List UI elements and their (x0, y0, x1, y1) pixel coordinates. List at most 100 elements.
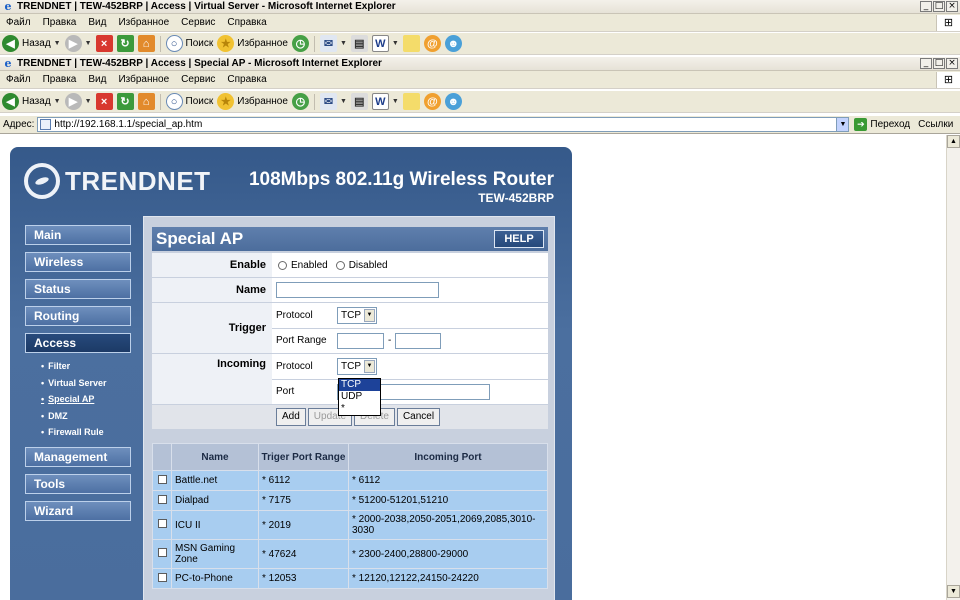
scroll-up-icon[interactable]: ▲ (947, 135, 960, 148)
help-button[interactable]: HELP (494, 230, 544, 248)
edit-button[interactable]: W ▼ (370, 92, 401, 112)
row-trigger: * 12053 (258, 568, 349, 589)
minimize-button[interactable]: _ (920, 58, 932, 69)
trigger-protocol-select[interactable]: TCP ▼ (337, 306, 377, 324)
history-button[interactable]: ◷ (290, 92, 311, 112)
mail-button[interactable]: ✉ ▼ (318, 34, 349, 54)
close-button[interactable]: × (946, 1, 958, 12)
nav-wizard[interactable]: Wizard (25, 500, 131, 521)
table-row[interactable]: MSN Gaming Zone * 47624 * 2300-2400,2880… (152, 539, 548, 569)
disabled-radio[interactable] (335, 260, 345, 270)
subnav-special-ap[interactable]: Special AP (41, 391, 131, 408)
port-range-label: Port Range (276, 335, 327, 347)
menu-view[interactable]: Вид (82, 17, 112, 28)
edit-button[interactable]: W ▼ (370, 34, 401, 54)
print-button[interactable]: ▤ (349, 92, 370, 112)
subnav-dmz[interactable]: DMZ (41, 408, 131, 425)
nav-routing[interactable]: Routing (25, 306, 131, 326)
incoming-protocol-select[interactable]: TCP ▼ (337, 357, 377, 375)
subnav-firewall-rule[interactable]: Firewall Rule (41, 424, 131, 441)
forward-button[interactable]: ▶ ▼ (63, 34, 94, 54)
menu-file[interactable]: Файл (0, 17, 37, 28)
table-row[interactable]: Battle.net * 6112 * 6112 (152, 470, 548, 491)
mail-icon: ✉ (319, 35, 337, 52)
trigger-port-start-input[interactable] (337, 332, 384, 349)
stop-icon: × (95, 93, 113, 110)
menu-edit[interactable]: Правка (37, 17, 83, 28)
menu-edit[interactable]: Правка (37, 74, 83, 85)
menu-favorites[interactable]: Избранное (112, 17, 175, 28)
messenger-at-button[interactable]: @ (422, 34, 443, 54)
close-button[interactable]: × (946, 58, 958, 69)
window2-menubar: Файл Правка Вид Избранное Сервис Справка… (0, 71, 960, 89)
refresh-button[interactable]: ↻ (115, 92, 136, 112)
chevron-down-icon: ▼ (364, 359, 375, 373)
refresh-icon: ↻ (116, 35, 134, 52)
menu-tools[interactable]: Сервис (175, 74, 221, 85)
refresh-button[interactable]: ↻ (115, 34, 136, 54)
enable-row: Enable Enabled Disabled (152, 253, 548, 278)
nav-tools[interactable]: Tools (25, 473, 131, 494)
subnav-filter[interactable]: Filter (41, 358, 131, 375)
scroll-down-icon[interactable]: ▼ (947, 585, 960, 598)
dropdown-option-tcp[interactable]: TCP (339, 379, 380, 391)
name-input[interactable] (276, 282, 439, 298)
table-row[interactable]: Dialpad * 7175 * 51200-51201,51210 (152, 490, 548, 511)
menu-favorites[interactable]: Избранное (112, 74, 175, 85)
row-checkbox[interactable] (157, 548, 167, 557)
enabled-radio[interactable] (278, 260, 287, 270)
row-checkbox[interactable] (157, 572, 167, 582)
table-row[interactable]: ICU II * 2019 * 2000-2038,2050-2051,2069… (152, 510, 548, 540)
maximize-button[interactable]: □ (933, 58, 945, 69)
trigger-port-end-input[interactable] (395, 332, 442, 349)
print-button[interactable]: ▤ (349, 34, 370, 54)
dropdown-option-udp[interactable]: UDP (339, 391, 380, 403)
discuss-button[interactable] (401, 34, 422, 54)
mail-button[interactable]: ✉ ▼ (318, 92, 349, 112)
back-button[interactable]: ◀ Назад ▼ (0, 34, 63, 54)
row-checkbox[interactable] (157, 494, 167, 504)
search-button[interactable]: ○ Поиск (164, 92, 216, 112)
go-button[interactable]: ➔ Переход (854, 118, 910, 131)
messenger-button[interactable]: ☻ (443, 92, 464, 112)
messenger-at-button[interactable]: @ (422, 92, 443, 112)
nav-status[interactable]: Status (25, 279, 131, 299)
nav-main[interactable]: Main (25, 225, 131, 245)
add-button[interactable]: Add (276, 408, 306, 426)
home-button[interactable]: ⌂ (136, 34, 157, 54)
menu-view[interactable]: Вид (82, 74, 112, 85)
vertical-scrollbar[interactable]: ▲ ▼ (946, 135, 960, 600)
maximize-button[interactable]: □ (933, 1, 945, 12)
back-button[interactable]: ◀ Назад ▼ (0, 92, 63, 112)
favorites-button[interactable]: ★ Избранное (215, 92, 290, 112)
history-button[interactable]: ◷ (290, 34, 311, 54)
messenger-button[interactable]: ☻ (443, 34, 464, 54)
address-input[interactable]: http://192.168.1.1/special_ap.htm ▼ (37, 117, 850, 132)
row-checkbox[interactable] (157, 474, 167, 484)
mail-icon: ✉ (319, 93, 337, 110)
discuss-button[interactable] (401, 92, 422, 112)
forward-button[interactable]: ▶ ▼ (63, 92, 94, 112)
router-panel: TRENDNET 108Mbps 802.11g Wireless Router… (10, 147, 572, 600)
nav-management[interactable]: Management (25, 446, 131, 467)
home-button[interactable]: ⌂ (136, 92, 157, 112)
subnav-virtual-server[interactable]: Virtual Server (41, 375, 131, 392)
row-checkbox[interactable] (157, 519, 167, 528)
address-dropdown-icon[interactable]: ▼ (836, 118, 849, 131)
favorites-button[interactable]: ★ Избранное (215, 34, 290, 54)
dropdown-option-any[interactable]: * (339, 403, 380, 415)
minimize-button[interactable]: _ (920, 1, 932, 12)
nav-access[interactable]: Access (25, 333, 131, 353)
menu-help[interactable]: Справка (221, 74, 272, 85)
menu-tools[interactable]: Сервис (175, 17, 221, 28)
cancel-button[interactable]: Cancel (396, 408, 441, 426)
stop-button[interactable]: × (94, 34, 115, 54)
links-button[interactable]: Ссылки (918, 119, 953, 130)
nav-wireless[interactable]: Wireless (25, 252, 131, 272)
search-button[interactable]: ○ Поиск (164, 34, 216, 54)
address-label: Адрес: (3, 119, 35, 130)
stop-button[interactable]: × (94, 92, 115, 112)
menu-file[interactable]: Файл (0, 74, 37, 85)
menu-help[interactable]: Справка (221, 17, 272, 28)
table-row[interactable]: PC-to-Phone * 12053 * 12120,12122,24150-… (152, 568, 548, 589)
